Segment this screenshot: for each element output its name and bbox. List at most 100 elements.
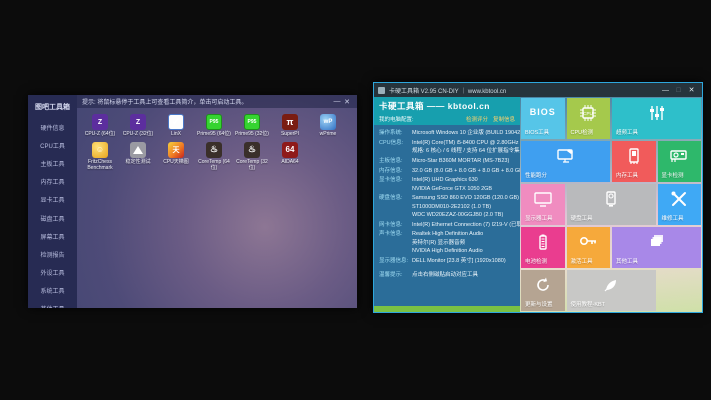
tile-label: CPU检测 (571, 128, 594, 136)
prime95-icon: P95 (206, 114, 222, 130)
info-value: WDC WD20EZAZ-00GGJB0 (2.0 TB) (412, 211, 519, 219)
svg-text:CPU: CPU (583, 111, 593, 116)
tile-label: 内存工具 (616, 171, 638, 179)
info-row-memory: 内存信息: 32.0 GB (8.0 GB + 8.0 GB + 8.0 GB … (379, 167, 516, 175)
info-list: 操作系统: Microsoft Windows 10 企业版 (BUILD 19… (374, 125, 520, 279)
tile-disk-tools[interactable]: 硬盘工具 (567, 184, 656, 225)
info-label: 主板信息: (379, 157, 412, 165)
checkmark-icon: ✓ (168, 114, 184, 130)
tool-cpuz-64[interactable]: Z CPU-Z (64位) (81, 114, 119, 138)
tool-label: AIDA64 (281, 160, 298, 166)
sidebar-item-disk-tools[interactable]: 磁盘工具 (28, 209, 77, 227)
info-row-tip: 温馨提示: 点击右侧磁贴启动对应工具 (379, 271, 516, 279)
info-value: 规格: 6 核心 / 6 线程 / 支持 64 位扩展指令集 (412, 147, 520, 155)
info-row-monitor: 显示器信息: DELL Monitor [23.8 英寸] (1920x1080… (379, 257, 516, 265)
tool-label: CPU-Z (64位) (85, 132, 116, 138)
tile-activation-tools[interactable]: 激活工具 (567, 227, 611, 268)
tile-gpu-check[interactable]: 显卡检测 (658, 141, 702, 182)
status-strip (374, 306, 520, 312)
tile-label: 显卡检测 (662, 171, 684, 179)
info-row-audio: 声卡信息: Realtek High Definition Audio 英特尔(… (379, 230, 516, 255)
tile-update-settings[interactable]: 更新与设置 (521, 270, 565, 311)
battery-icon (521, 233, 565, 251)
app-title: 图吧工具箱 (28, 95, 77, 118)
tool-cpuz-32[interactable]: Z CPU-Z (32位) (119, 114, 157, 138)
tool-label: CoreTemp (64位) (195, 160, 233, 172)
maximize-button[interactable]: □ (672, 87, 685, 94)
info-value: Intel(R) UHD Graphics 630 (412, 176, 516, 184)
tool-label: wPrime (320, 132, 337, 138)
close-button[interactable]: ✕ (342, 98, 352, 106)
info-row-os: 操作系统: Microsoft Windows 10 企业版 (BUILD 19… (379, 129, 516, 137)
info-value: Intel(R) Core(TM) i5-8400 CPU @ 2.80GHz (412, 139, 520, 147)
window-title: 卡硬工具箱 V2.95 CN-DIY ｜ www.kbtool.cn (389, 86, 659, 95)
hint-text: 提示: 将鼠标悬停于工具上可查看工具简介，单击可启动工具。 (82, 97, 332, 106)
tool-wprime[interactable]: wP wPrime (309, 114, 347, 138)
copy-info-link[interactable]: 复制信息 (493, 115, 515, 123)
prime95-icon: P95 (244, 114, 260, 130)
tile-cpu-check[interactable]: CPU CPU检测 (567, 98, 611, 139)
tile-label: 显示器工具 (525, 214, 553, 222)
close-button[interactable]: ✕ (685, 86, 698, 94)
bios-text-icon: BIOS (521, 107, 565, 117)
tool-cpu-ladder[interactable]: 天 CPU天梯图 (157, 142, 195, 172)
tile-label: BIOS工具 (525, 128, 549, 136)
tool-aida64[interactable]: 64 AIDA64 (271, 142, 309, 172)
drive-icon (567, 190, 656, 208)
tile-label: 硬盘工具 (571, 214, 593, 222)
sidebar-item-other-tools[interactable]: 其他工具 (28, 300, 77, 308)
tile-monitor-tools[interactable]: 显示器工具 (521, 184, 565, 225)
tile-label: 超频工具 (616, 128, 638, 136)
sidebar: 图吧工具箱 硬件信息 CPU工具 主板工具 内存工具 显卡工具 磁盘工具 屏幕工… (28, 95, 77, 308)
tool-prime95-32[interactable]: P95 Prime95 (32位) (233, 114, 271, 138)
minimize-button[interactable]: — (659, 87, 672, 94)
tool-prime95-64[interactable]: P95 Prime95 (64位) (195, 114, 233, 138)
tool-label: Prime95 (32位) (235, 132, 269, 138)
tool-superpi[interactable]: π SuperPI (271, 114, 309, 138)
score-link[interactable]: 检测评分 (466, 115, 488, 123)
info-value: Realtek High Definition Audio (412, 230, 516, 238)
tool-linx[interactable]: ✓ LinX (157, 114, 195, 138)
sidebar-item-peripheral-tools[interactable]: 外设工具 (28, 264, 77, 282)
sidebar-item-cpu-tools[interactable]: CPU工具 (28, 136, 77, 154)
sidebar-item-motherboard-tools[interactable]: 主板工具 (28, 154, 77, 172)
tile-repair-tools[interactable]: 维修工具 (658, 184, 702, 225)
sidebar-item-gpu-tools[interactable]: 显卡工具 (28, 191, 77, 209)
aida64-icon: 64 (282, 142, 298, 158)
tool-fritzchess[interactable]: ☺ FritzChess Benchmark (81, 142, 119, 172)
tile-bios-tools[interactable]: BIOS BIOS工具 (521, 98, 565, 139)
sidebar-item-memory-tools[interactable]: 内存工具 (28, 173, 77, 191)
window-body: 卡硬工具箱 —— kbtool.cn 我的电脑配置: 检测评分 复制信息 操作系… (374, 97, 702, 312)
tile-other-tools[interactable]: 其他工具 (612, 227, 701, 268)
smiley-icon: ☺ (92, 142, 108, 158)
sidebar-item-system-tools[interactable]: 系统工具 (28, 282, 77, 300)
tile-tutorial[interactable]: 使用教程-KBT (567, 270, 656, 311)
tile-memory-tools[interactable]: 内存工具 (612, 141, 656, 182)
minimize-button[interactable]: — (332, 98, 342, 105)
info-label: 硬盘信息: (379, 194, 412, 219)
tool-label: FritzChess Benchmark (81, 160, 119, 172)
sidebar-item-report[interactable]: 检测报告 (28, 245, 77, 263)
tool-label: LinX (171, 132, 181, 138)
tool-coretemp-64[interactable]: ♨ CoreTemp (64位) (195, 142, 233, 172)
tool-coretemp-32[interactable]: ♨ CoreTemp (32位) (233, 142, 271, 172)
info-value: 32.0 GB (8.0 GB + 8.0 GB + 8.0 GB + 8.0 … (412, 167, 520, 175)
sidebar-item-screen-tools[interactable]: 屏幕工具 (28, 227, 77, 245)
monitor-icon (521, 190, 565, 208)
tool-stability-test[interactable]: 稳定性测试 (119, 142, 157, 172)
gpu-card-icon (658, 147, 702, 165)
tile-benchmark[interactable]: 性能跑分 (521, 141, 610, 182)
info-value: Micro-Star B360M MORTAR (MS-7B23) (412, 157, 516, 165)
cpu-chip-icon: CPU (567, 104, 611, 122)
info-label: 网卡信息: (379, 221, 412, 229)
app-icon (378, 87, 385, 94)
ram-icon (612, 147, 656, 165)
sidebar-item-hardware-info[interactable]: 硬件信息 (28, 118, 77, 136)
tool-panel: 提示: 将鼠标悬停于工具上可查看工具简介，单击可启动工具。 — ✕ Z CPU-… (77, 95, 357, 308)
tile-battery-check[interactable]: 电池检测 (521, 227, 565, 268)
tile-label: 其他工具 (616, 257, 638, 265)
tile-overclock-tools[interactable]: 超频工具 (612, 98, 701, 139)
tile-label: 更新与设置 (525, 300, 553, 308)
info-label: 声卡信息: (379, 230, 412, 255)
flame-chip-icon: ♨ (244, 142, 260, 158)
